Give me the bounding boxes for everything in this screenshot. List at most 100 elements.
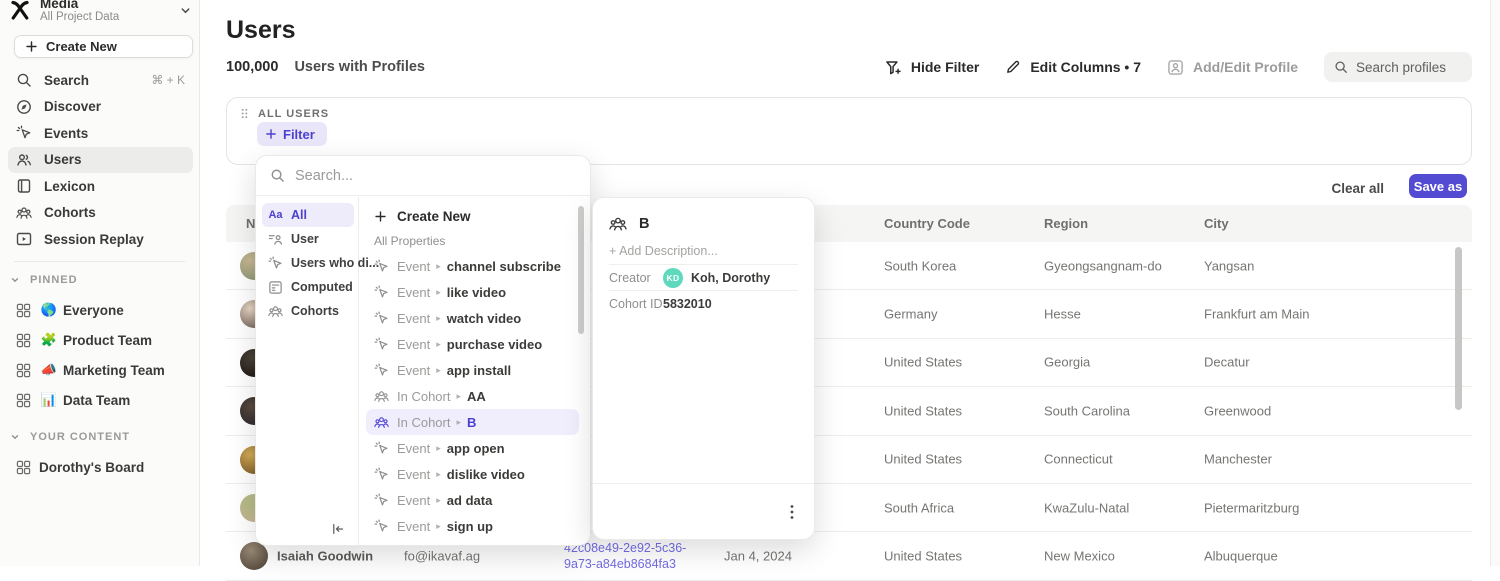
pinned-section-header[interactable]: PINNED: [10, 274, 78, 286]
mixpanel-logo: [8, 0, 32, 22]
section-label: YOUR CONTENT: [30, 431, 130, 443]
sidebar-item-cohorts[interactable]: Cohorts: [8, 200, 193, 227]
cell-region: Hesse: [1044, 307, 1081, 322]
cohort-detail-flyout: B + Add Description... Creator KD Koh, D…: [592, 197, 815, 540]
dropdown-item-event-ad-data[interactable]: Event▸ad data: [366, 487, 579, 513]
cohorts-icon: [268, 304, 283, 319]
search-icon: [1334, 60, 1348, 74]
page-scrollbar[interactable]: [1490, 0, 1500, 566]
board-item-label: Data Team: [63, 393, 130, 408]
cell-email: fo@ikavaf.ag: [404, 549, 480, 564]
category-user[interactable]: User: [262, 227, 354, 251]
board-item-product-team[interactable]: 🧩 Product Team: [8, 325, 193, 355]
clear-all-button[interactable]: Clear all: [1331, 181, 1384, 196]
category-label: All: [291, 208, 307, 222]
dropdown-item-cohort-b[interactable]: In Cohort▸B: [366, 409, 579, 435]
dropdown-item-event-like-video[interactable]: Event▸like video: [366, 279, 579, 305]
save-as-button[interactable]: Save as: [1409, 174, 1467, 198]
board-item-marketing-team[interactable]: 📣 Marketing Team: [8, 355, 193, 385]
dropdown-search-row[interactable]: [256, 156, 590, 196]
sidebar-item-label: Events: [44, 126, 88, 141]
table-scrollbar[interactable]: [1455, 247, 1462, 410]
board-item-data-team[interactable]: 📊 Data Team: [8, 385, 193, 415]
category-cohorts[interactable]: Cohorts: [262, 299, 354, 323]
filter-group-header: ALL USERS: [239, 107, 329, 120]
search-profiles-input[interactable]: [1356, 60, 1456, 75]
cell-region: Gyeongsangnam-do: [1044, 258, 1162, 273]
add-filter-button[interactable]: Filter: [257, 122, 327, 146]
sidebar-item-session-replay[interactable]: Session Replay: [8, 226, 193, 253]
chevron-down-icon: [10, 275, 20, 285]
project-switcher[interactable]: Media All Project Data: [8, 0, 192, 28]
sidebar-item-events[interactable]: Events: [8, 120, 193, 147]
creator-value: KD Koh, Dorothy: [663, 268, 770, 288]
dropdown-item-event-channel-subscribe[interactable]: Event▸channel subscribe: [366, 253, 579, 279]
sidebar-item-discover[interactable]: Discover: [8, 94, 193, 121]
dropdown-item-cohort-aa[interactable]: In Cohort▸AA: [366, 383, 579, 409]
event-cursor-icon: [374, 337, 389, 352]
category-label: User: [291, 232, 319, 246]
hide-filter-label: Hide Filter: [911, 59, 979, 75]
category-label: Cohorts: [291, 304, 339, 318]
column-header-country[interactable]: Country Code: [884, 216, 970, 231]
edit-columns-button[interactable]: Edit Columns • 7: [1005, 59, 1141, 75]
dropdown-create-new[interactable]: Create New: [366, 203, 579, 229]
category-users-who-did[interactable]: Users who di...: [262, 251, 354, 275]
dropdown-item-event-app-open[interactable]: Event▸app open: [366, 435, 579, 461]
drag-handle-icon[interactable]: [239, 107, 250, 120]
project-text: Media All Project Data: [40, 0, 119, 24]
add-edit-profile-button[interactable]: Add/Edit Profile: [1167, 59, 1298, 76]
cohort-title: B: [639, 216, 649, 232]
user-count-label: Users with Profiles: [294, 59, 425, 75]
your-content-section-header[interactable]: YOUR CONTENT: [10, 431, 130, 443]
board-item-everyone[interactable]: 🌎 Everyone: [8, 295, 193, 325]
cohort-id-value: 5832010: [663, 297, 712, 311]
event-cursor-icon: [268, 256, 283, 271]
distinct-id-line2: 9a73-a84eb8684fa3: [564, 556, 686, 572]
board-grid-icon: [16, 333, 31, 348]
column-header-region[interactable]: Region: [1044, 216, 1088, 231]
user-count-row: 100,000 Users with Profiles: [226, 59, 425, 75]
cell-city: Greenwood: [1204, 403, 1271, 418]
board-item-label: Everyone: [63, 303, 124, 318]
sidebar-item-users[interactable]: Users: [8, 147, 193, 174]
category-computed[interactable]: Computed: [262, 275, 354, 299]
sidebar-item-lexicon[interactable]: Lexicon: [8, 173, 193, 200]
project-subtitle: All Project Data: [40, 11, 119, 24]
sidebar-divider: [14, 261, 185, 262]
cohort-id-label: Cohort ID: [609, 297, 663, 311]
dropdown-item-event-purchase-video[interactable]: Event▸purchase video: [366, 331, 579, 357]
more-options-icon[interactable]: [784, 502, 800, 522]
dropdown-scrollbar[interactable]: [578, 206, 584, 334]
dropdown-item-event-dislike-video[interactable]: Event▸dislike video: [366, 461, 579, 487]
cell-region: KwaZulu-Natal: [1044, 500, 1129, 515]
dropdown-item-event-watch-video[interactable]: Event▸watch video: [366, 305, 579, 331]
event-cursor-icon: [374, 285, 389, 300]
sidebar-item-search[interactable]: Search ⌘ + K: [8, 67, 193, 94]
hide-filter-button[interactable]: Hide Filter: [885, 59, 979, 76]
profile-badge-icon: [1167, 59, 1184, 76]
dropdown-search-input[interactable]: [295, 168, 535, 184]
event-cursor-icon: [374, 519, 389, 534]
collapse-panel-icon[interactable]: [331, 522, 345, 536]
board-item-label: Product Team: [63, 333, 152, 348]
replay-icon: [16, 231, 32, 247]
sidebar-item-label: Session Replay: [44, 232, 144, 247]
cell-region: New Mexico: [1044, 549, 1115, 564]
dropdown-item-event-sign-up[interactable]: Event▸sign up: [366, 513, 579, 539]
dropdown-create-new-label: Create New: [397, 209, 471, 224]
property-dropdown: Aa All User Users who di... Computed Coh…: [255, 155, 591, 546]
board-item-dorothys-board[interactable]: Dorothy's Board: [8, 452, 193, 482]
cell-country: United States: [884, 355, 962, 370]
event-cursor-icon: [16, 125, 32, 141]
category-all[interactable]: Aa All: [262, 203, 354, 227]
book-icon: [16, 178, 32, 194]
column-header-city[interactable]: City: [1204, 216, 1229, 231]
create-new-button[interactable]: Create New: [14, 35, 193, 58]
cell-city: Frankfurt am Main: [1204, 307, 1309, 322]
dropdown-item-event-app-install[interactable]: Event▸app install: [366, 357, 579, 383]
users-icon: [16, 152, 32, 168]
add-description-button[interactable]: + Add Description...: [609, 244, 718, 258]
search-profiles-box[interactable]: [1324, 52, 1472, 82]
search-icon: [16, 72, 32, 88]
